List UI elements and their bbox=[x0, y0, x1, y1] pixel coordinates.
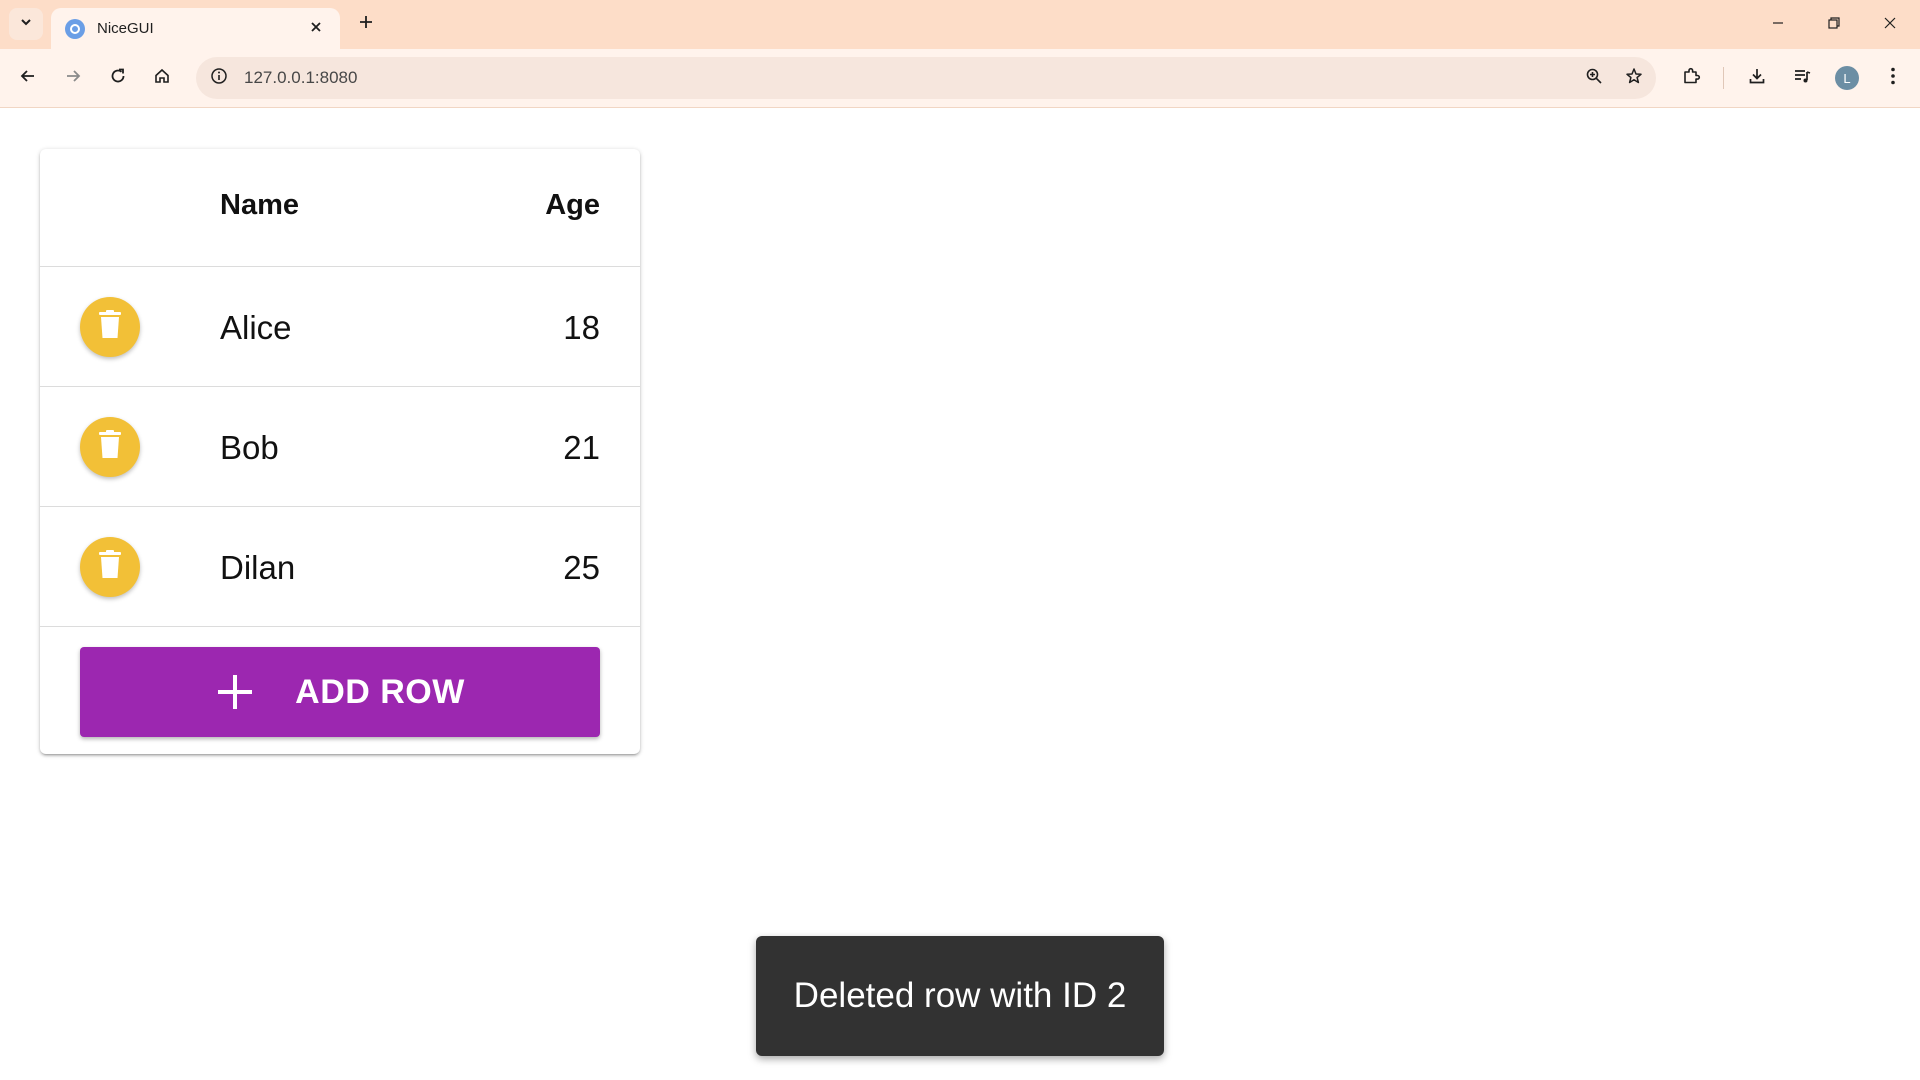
column-header-name[interactable]: Name bbox=[220, 189, 299, 222]
site-info-button[interactable] bbox=[204, 63, 234, 93]
minimize-icon bbox=[1771, 16, 1785, 35]
notification-text: Deleted row with ID 2 bbox=[793, 976, 1127, 1015]
table-header: Name Age bbox=[40, 149, 640, 267]
plus-icon bbox=[358, 14, 374, 35]
star-icon bbox=[1625, 67, 1643, 90]
notification-toast: Deleted row with ID 2 bbox=[756, 936, 1164, 1056]
nicegui-favicon-icon bbox=[65, 18, 85, 39]
add-row-button[interactable]: ADD ROW bbox=[80, 647, 600, 737]
zoom-button[interactable] bbox=[1576, 60, 1612, 96]
tab-search-button[interactable] bbox=[9, 8, 43, 40]
media-control-icon bbox=[1792, 66, 1812, 91]
restore-icon bbox=[1827, 16, 1841, 35]
toolbar-divider bbox=[1723, 67, 1724, 89]
address-bar[interactable]: 127.0.0.1:8080 bbox=[196, 57, 1656, 99]
tab-nicegui[interactable]: NiceGUI bbox=[51, 8, 340, 49]
avatar: L bbox=[1835, 66, 1859, 90]
zoom-in-icon bbox=[1585, 67, 1603, 90]
plus-icon bbox=[215, 672, 255, 712]
downloads-button[interactable] bbox=[1739, 60, 1775, 96]
cell-age: 25 bbox=[563, 549, 600, 586]
info-icon bbox=[210, 67, 228, 90]
chevron-down-icon bbox=[19, 15, 33, 34]
kebab-menu-icon bbox=[1890, 66, 1896, 91]
browser-tab-strip: NiceGUI bbox=[0, 0, 1920, 49]
table-row: Alice 18 bbox=[40, 267, 640, 387]
reload-button[interactable] bbox=[100, 60, 136, 96]
url-text[interactable]: 127.0.0.1:8080 bbox=[244, 68, 1576, 88]
extensions-button[interactable] bbox=[1673, 60, 1709, 96]
new-tab-button[interactable] bbox=[352, 10, 380, 38]
close-icon bbox=[1883, 16, 1897, 35]
back-button[interactable] bbox=[10, 60, 46, 96]
tab-title: NiceGUI bbox=[97, 20, 154, 37]
tab-close-button[interactable] bbox=[306, 19, 326, 39]
cell-age: 18 bbox=[563, 309, 600, 346]
delete-row-button[interactable] bbox=[80, 537, 140, 597]
browser-toolbar: 127.0.0.1:8080 L bbox=[0, 49, 1920, 108]
media-control-button[interactable] bbox=[1784, 60, 1820, 96]
restore-button[interactable] bbox=[1806, 4, 1862, 46]
delete-row-button[interactable] bbox=[80, 297, 140, 357]
table-row: Dilan 25 bbox=[40, 507, 640, 627]
forward-button[interactable] bbox=[55, 60, 91, 96]
bookmark-button[interactable] bbox=[1616, 60, 1652, 96]
trash-icon bbox=[98, 549, 122, 585]
cell-name: Bob bbox=[220, 429, 279, 466]
minimize-button[interactable] bbox=[1750, 4, 1806, 46]
cell-name: Alice bbox=[220, 309, 292, 346]
browser-menu-button[interactable] bbox=[1875, 60, 1911, 96]
column-header-age[interactable]: Age bbox=[545, 189, 600, 222]
cell-name: Dilan bbox=[220, 549, 296, 586]
table-card: Name Age Alice 18 Bob 21 Dilan 25 ADD RO… bbox=[40, 149, 640, 754]
table-row: Bob 21 bbox=[40, 387, 640, 507]
trash-icon bbox=[98, 429, 122, 465]
profile-button[interactable]: L bbox=[1829, 60, 1865, 96]
cell-age: 21 bbox=[563, 429, 600, 466]
trash-icon bbox=[98, 309, 122, 345]
home-button[interactable] bbox=[144, 60, 180, 96]
download-icon bbox=[1747, 66, 1767, 91]
home-icon bbox=[153, 67, 171, 90]
arrow-right-icon bbox=[64, 67, 82, 90]
arrow-left-icon bbox=[19, 67, 37, 90]
close-icon bbox=[310, 20, 322, 38]
add-row-label: ADD ROW bbox=[295, 672, 465, 711]
delete-row-button[interactable] bbox=[80, 417, 140, 477]
puzzle-icon bbox=[1681, 66, 1701, 91]
reload-icon bbox=[109, 67, 127, 90]
close-window-button[interactable] bbox=[1862, 4, 1918, 46]
